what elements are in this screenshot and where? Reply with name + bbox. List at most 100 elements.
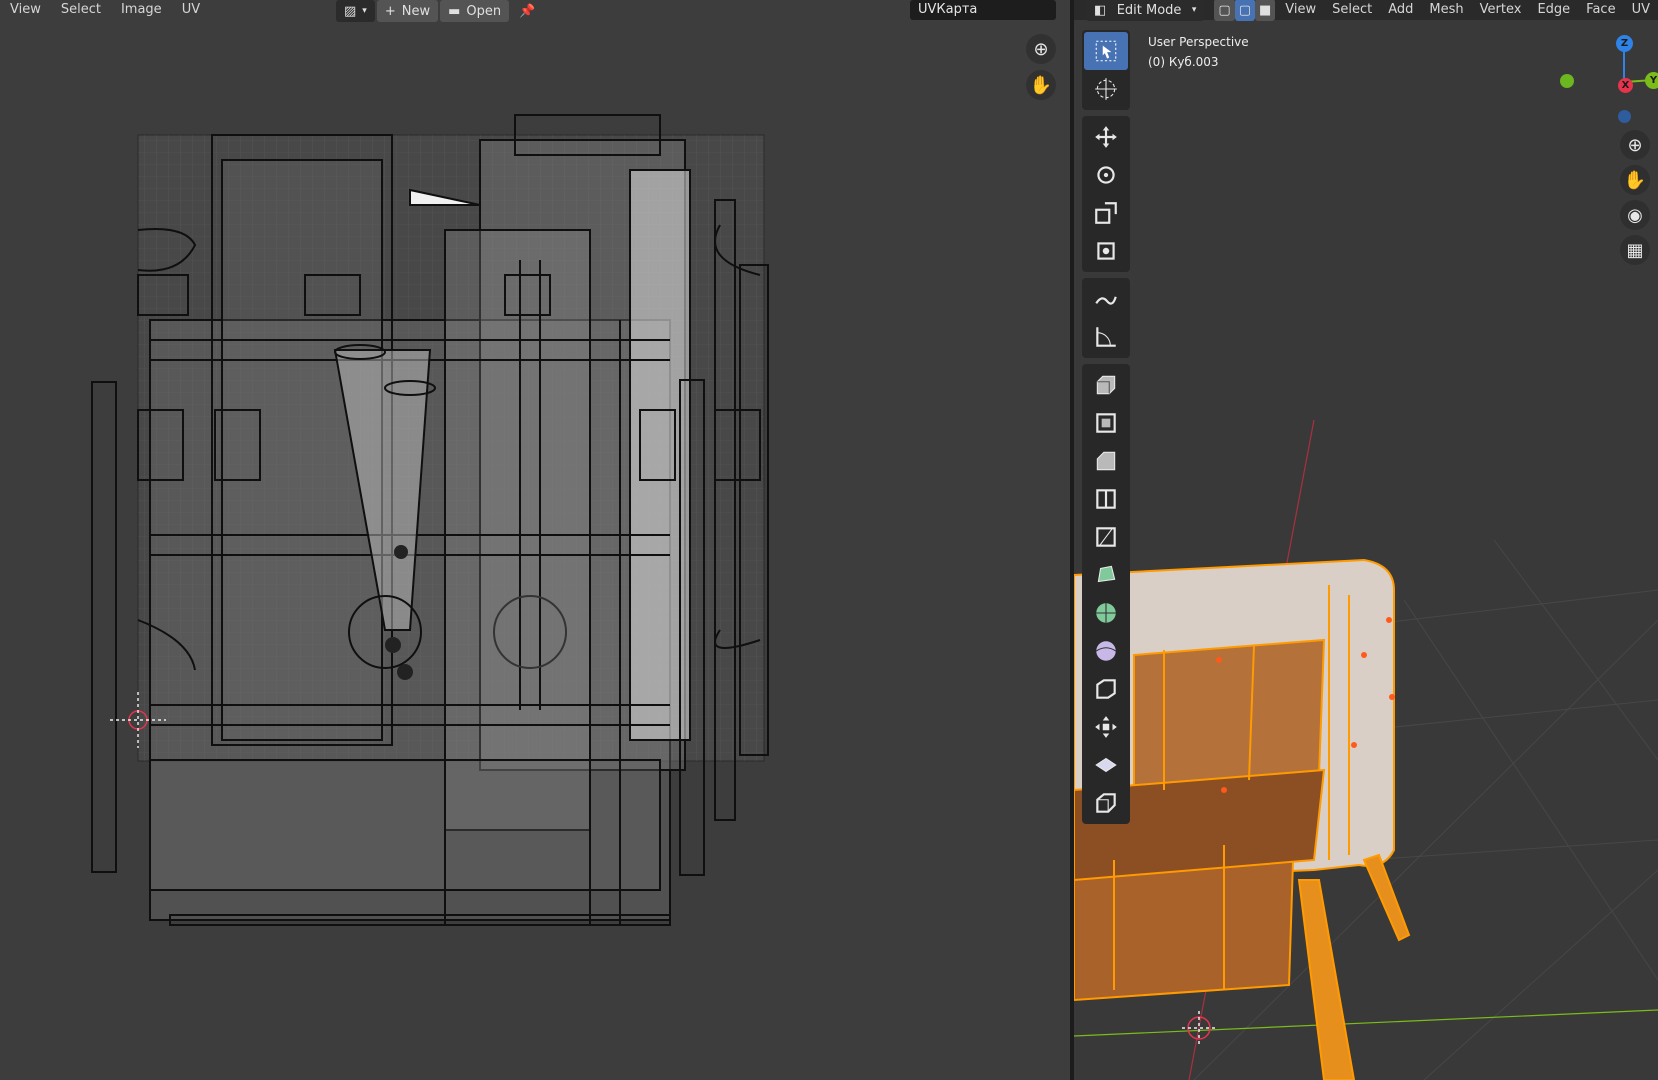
bevel-icon <box>1096 451 1116 471</box>
grid-icon: ▦ <box>1626 239 1644 261</box>
vp-menu-edge[interactable]: Edge <box>1529 0 1578 20</box>
gizmo-y-axis[interactable]: Y <box>1645 72 1658 89</box>
gizmo-x-axis[interactable]: X <box>1618 78 1633 93</box>
uv-menu-image[interactable]: Image <box>111 0 172 20</box>
rip-icon <box>1096 793 1116 813</box>
face-select-icon: ■ <box>1258 2 1272 18</box>
mode-label: Edit Mode <box>1116 2 1182 18</box>
smooth-icon <box>1095 641 1117 661</box>
spin-tool[interactable] <box>1084 594 1128 632</box>
open-image-label: Open <box>466 3 502 19</box>
uv-menu-select[interactable]: Select <box>51 0 111 20</box>
uv-map-name: UVКарта <box>918 2 978 17</box>
zoom-icon: ⊕ <box>1627 134 1643 156</box>
transform-tool[interactable] <box>1084 232 1128 270</box>
edge-slide-icon <box>1096 679 1116 699</box>
image-browse-button[interactable]: ▨ ▾ <box>336 0 375 22</box>
poly-build-tool[interactable] <box>1084 556 1128 594</box>
new-image-label: New <box>401 3 431 19</box>
loop-cut-tool[interactable] <box>1084 480 1128 518</box>
gizmo-neg-z-axis[interactable] <box>1618 110 1631 123</box>
image-icon: ▨ <box>344 3 357 19</box>
move-tool[interactable] <box>1084 118 1128 156</box>
gizmo-z-label: Z <box>1620 38 1629 49</box>
x-axis-line <box>1074 1009 1658 1037</box>
extrude-tool[interactable] <box>1084 366 1128 404</box>
shear-icon <box>1095 757 1117 773</box>
vp-menu-uv[interactable]: UV <box>1624 0 1658 20</box>
edge-slide-tool[interactable] <box>1084 670 1128 708</box>
rip-tool[interactable] <box>1084 784 1128 822</box>
face-select-button[interactable]: ■ <box>1254 0 1276 21</box>
vp-menu-mesh[interactable]: Mesh <box>1421 0 1471 20</box>
viewport-header: ◧ Edit Mode ▾ ▢ ▢ ■ View Select Add Mesh… <box>1074 0 1658 21</box>
vp-menu-add[interactable]: Add <box>1380 0 1421 20</box>
loop-cut-icon <box>1096 489 1116 509</box>
measure-tool[interactable] <box>1084 318 1128 356</box>
rotate-tool[interactable] <box>1084 156 1128 194</box>
tool-shelf <box>1082 30 1130 830</box>
shrink-fatten-icon <box>1095 716 1117 738</box>
open-image-button[interactable]: ▬ Open <box>440 0 510 22</box>
camera-icon: ◉ <box>1627 204 1643 226</box>
gizmo-neg-y-axis[interactable] <box>1560 74 1574 88</box>
ortho-toggle-button[interactable]: ▦ <box>1620 235 1650 265</box>
annotate-tool[interactable] <box>1084 280 1128 318</box>
select-box-tool[interactable] <box>1084 32 1128 70</box>
inset-tool[interactable] <box>1084 404 1128 442</box>
annotate-icon <box>1095 296 1117 305</box>
uv-layout-canvas[interactable] <box>0 20 1060 1080</box>
viewport-info: User Perspective (0) Куб.003 <box>1148 32 1249 72</box>
navigation-gizmo[interactable]: Z Y X <box>1544 30 1658 130</box>
vertex-select-button[interactable]: ▢ <box>1214 0 1235 21</box>
vp-menu-view[interactable]: View <box>1277 0 1324 20</box>
uv-menu-uv[interactable]: UV <box>172 0 210 20</box>
select-box-icon <box>1095 40 1117 62</box>
perspective-label: User Perspective <box>1148 35 1249 49</box>
vp-zoom-button[interactable]: ⊕ <box>1620 130 1650 160</box>
plus-icon: + <box>384 3 396 19</box>
chevron-down-icon: ▾ <box>362 6 367 16</box>
active-object-label: (0) Куб.003 <box>1148 55 1219 69</box>
uv-editor-pane[interactable]: View Select Image UV ▨ ▾ + New ▬ Open 📌 … <box>0 0 1070 1080</box>
pin-button[interactable]: 📌 <box>511 0 543 22</box>
hand-icon: ✋ <box>1623 169 1647 191</box>
viewport-scene[interactable] <box>1074 0 1658 1080</box>
3d-viewport-pane[interactable]: ◧ Edit Mode ▾ ▢ ▢ ■ View Select Add Mesh… <box>1074 0 1658 1080</box>
gizmo-z-axis[interactable]: Z <box>1616 35 1633 52</box>
uv-map-name-field[interactable]: UVКарта <box>910 0 1056 20</box>
mode-select[interactable]: ◧ Edit Mode ▾ <box>1086 0 1205 21</box>
vp-menu-select[interactable]: Select <box>1324 0 1380 20</box>
inset-icon <box>1096 413 1116 433</box>
move-icon <box>1095 126 1117 148</box>
cursor-icon <box>1095 78 1117 100</box>
vp-pan-button[interactable]: ✋ <box>1620 165 1650 195</box>
poly-build-icon <box>1097 565 1116 583</box>
shrink-fatten-tool[interactable] <box>1084 708 1128 746</box>
transform-icon <box>1097 242 1115 260</box>
folder-icon: ▬ <box>448 3 461 19</box>
uv-menu-view[interactable]: View <box>0 0 51 20</box>
knife-tool[interactable] <box>1084 518 1128 556</box>
rotate-icon <box>1097 166 1115 184</box>
shear-tool[interactable] <box>1084 746 1128 784</box>
scale-icon <box>1095 202 1117 224</box>
vp-menu-face[interactable]: Face <box>1578 0 1623 20</box>
knife-icon <box>1096 527 1116 547</box>
gizmo-x-label: X <box>1621 80 1630 91</box>
bevel-tool[interactable] <box>1084 442 1128 480</box>
chevron-down-icon: ▾ <box>1191 5 1197 15</box>
uv-editor-header: View Select Image UV ▨ ▾ + New ▬ Open 📌 … <box>0 0 1070 22</box>
edit-mode-icon: ◧ <box>1094 2 1107 18</box>
vp-menu-vertex[interactable]: Vertex <box>1472 0 1530 20</box>
camera-view-button[interactable]: ◉ <box>1620 200 1650 230</box>
edge-select-button[interactable]: ▢ <box>1234 0 1255 21</box>
vertex-select-icon: ▢ <box>1218 2 1231 18</box>
gizmo-y-label: Y <box>1649 75 1658 86</box>
cursor-tool[interactable] <box>1084 70 1128 108</box>
spin-icon <box>1096 603 1116 623</box>
smooth-tool[interactable] <box>1084 632 1128 670</box>
new-image-button[interactable]: + New <box>376 0 439 22</box>
measure-icon <box>1096 327 1116 347</box>
scale-tool[interactable] <box>1084 194 1128 232</box>
